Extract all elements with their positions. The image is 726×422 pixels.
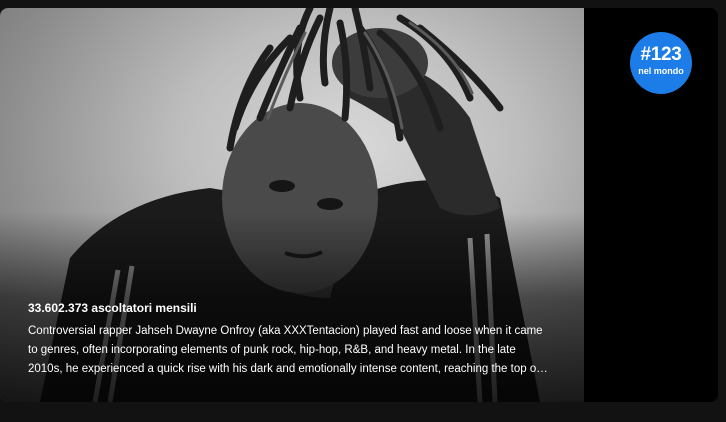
artist-bio: Controversial rapper Jahseh Dwayne Onfro… (28, 325, 543, 375)
artist-about-card[interactable]: 33.602.373 ascoltatori mensili Controver… (0, 8, 718, 402)
world-rank-badge: #123 nel mondo (630, 32, 692, 94)
rank-number: #123 (640, 44, 682, 65)
rank-label: nel mondo (638, 66, 684, 76)
monthly-listeners: 33.602.373 ascoltatori mensili (28, 301, 197, 315)
